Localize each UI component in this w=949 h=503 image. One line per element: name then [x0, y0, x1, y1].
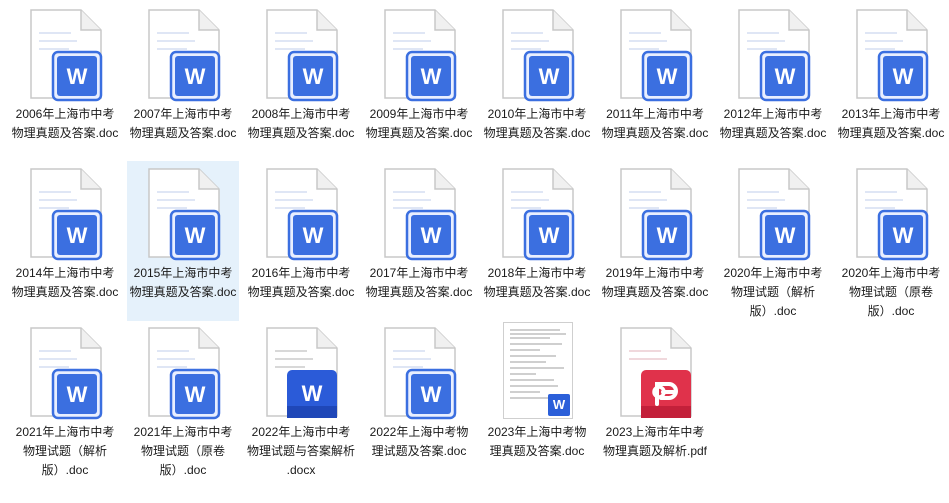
- file-item[interactable]: W 2007年上海市中考物理真题及答案.doc: [127, 2, 239, 162]
- word-doc-icon: W: [127, 320, 239, 420]
- file-name-label: 2018年上海市中考物理真题及答案.doc: [483, 266, 591, 299]
- file-name-label: 2016年上海市中考物理真题及答案.doc: [247, 266, 355, 299]
- word-doc-icon: W: [363, 2, 475, 102]
- file-item[interactable]: W 2012年上海市中考物理真题及答案.doc: [717, 2, 829, 162]
- file-item[interactable]: W 2021年上海市中考物理试题（原卷版）.doc: [127, 320, 239, 480]
- file-name-label: 2020年上海市中考物理试题（解析版）.doc: [723, 266, 823, 318]
- svg-text:W: W: [421, 382, 442, 407]
- file-item[interactable]: W 2022年上海市中考物理试题与答案解析 .docx: [245, 320, 357, 480]
- svg-text:W: W: [893, 64, 914, 89]
- file-name-label: 2006年上海市中考物理真题及答案.doc: [11, 107, 119, 140]
- svg-text:W: W: [303, 64, 324, 89]
- svg-text:W: W: [421, 64, 442, 89]
- word-doc-icon: W: [599, 161, 711, 261]
- word-doc-icon: W: [363, 161, 475, 261]
- file-name-label: 2011年上海市中考物理真题及答案.doc: [601, 107, 709, 140]
- file-item[interactable]: W 2021年上海市中考物理试题（解析版）.doc: [9, 320, 121, 480]
- file-name-label: 2010年上海市中考物理真题及答案.doc: [483, 107, 591, 140]
- word-doc-icon: W: [127, 161, 239, 261]
- svg-text:W: W: [657, 223, 678, 248]
- file-name-label: 2019年上海市中考物理真题及答案.doc: [601, 266, 709, 299]
- file-name-label: 2013年上海市中考物理真题及答案.doc: [837, 107, 945, 140]
- file-item[interactable]: W 2022年上海中考物理试题及答案.doc: [363, 320, 475, 480]
- word-doc-icon: W: [481, 2, 593, 102]
- word-doc-icon: W: [245, 2, 357, 102]
- file-item[interactable]: W 2019年上海市中考物理真题及答案.doc: [599, 161, 711, 321]
- svg-text:W: W: [421, 223, 442, 248]
- svg-text:W: W: [185, 223, 206, 248]
- file-item[interactable]: W 2011年上海市中考物理真题及答案.doc: [599, 2, 711, 162]
- file-item[interactable]: W 2020年上海市中考物理试题（解析版）.doc: [717, 161, 829, 321]
- file-grid: W 2006年上海市中考物理真题及答案.doc W 2007年上海市中考物理真题…: [0, 0, 949, 503]
- word-doc-icon: W: [717, 2, 829, 102]
- file-name-label: 2023年上海中考物理真题及答案.doc: [487, 425, 587, 458]
- file-name-label: 2012年上海市中考物理真题及答案.doc: [719, 107, 827, 140]
- file-item[interactable]: W 2015年上海市中考物理真题及答案.doc: [127, 161, 239, 321]
- svg-text:W: W: [67, 64, 88, 89]
- word-doc-icon: W: [835, 161, 947, 261]
- svg-text:W: W: [539, 64, 560, 89]
- file-name-label: 2021年上海市中考物理试题（解析版）.doc: [15, 425, 115, 477]
- file-item[interactable]: W 2023年上海中考物理真题及答案.doc: [481, 320, 593, 480]
- word-doc-icon: W: [717, 161, 829, 261]
- word-docx-icon: W: [245, 320, 357, 420]
- file-item[interactable]: W 2016年上海市中考物理真题及答案.doc: [245, 161, 357, 321]
- word-doc-icon: W: [127, 2, 239, 102]
- word-badge-icon: W: [548, 394, 570, 416]
- svg-text:W: W: [185, 64, 206, 89]
- svg-text:W: W: [657, 64, 678, 89]
- file-name-label: 2020年上海市中考物理试题（原卷版）.doc: [841, 266, 941, 318]
- svg-text:W: W: [775, 64, 796, 89]
- svg-text:W: W: [775, 223, 796, 248]
- svg-text:W: W: [539, 223, 560, 248]
- word-doc-icon: W: [9, 320, 121, 420]
- file-name-label: 2015年上海市中考物理真题及答案.doc: [129, 266, 237, 299]
- pdf-icon: [599, 320, 711, 420]
- file-name-label: 2007年上海市中考物理真题及答案.doc: [129, 107, 237, 140]
- word-doc-icon: W: [599, 2, 711, 102]
- svg-text:W: W: [67, 223, 88, 248]
- file-item[interactable]: W 2017年上海市中考物理真题及答案.doc: [363, 161, 475, 321]
- svg-text:W: W: [893, 223, 914, 248]
- file-name-label: 2008年上海市中考物理真题及答案.doc: [247, 107, 355, 140]
- svg-text:W: W: [185, 382, 206, 407]
- word-doc-icon: W: [481, 161, 593, 261]
- file-name-label: 2021年上海市中考物理试题（原卷版）.doc: [133, 425, 233, 477]
- word-doc-icon: W: [245, 161, 357, 261]
- file-item[interactable]: W 2008年上海市中考物理真题及答案.doc: [245, 2, 357, 162]
- file-item[interactable]: W 2009年上海市中考物理真题及答案.doc: [363, 2, 475, 162]
- file-name-label: 2009年上海市中考物理真题及答案.doc: [365, 107, 473, 140]
- file-item[interactable]: W 2013年上海市中考物理真题及答案.doc: [835, 2, 947, 162]
- word-doc-icon: W: [9, 161, 121, 261]
- svg-text:W: W: [67, 382, 88, 407]
- file-name-label: 2017年上海市中考物理真题及答案.doc: [365, 266, 473, 299]
- file-name-label: 2014年上海市中考物理真题及答案.doc: [11, 266, 119, 299]
- file-item[interactable]: W 2014年上海市中考物理真题及答案.doc: [9, 161, 121, 321]
- word-doc-icon: W: [835, 2, 947, 102]
- file-item[interactable]: W 2006年上海市中考物理真题及答案.doc: [9, 2, 121, 162]
- word-doc-icon: W: [9, 2, 121, 102]
- doc-preview-thumbnail: W: [481, 320, 593, 420]
- file-name-label: 2023上海市年中考物理真题及解析.pdf: [602, 425, 708, 458]
- doc-preview-thumbnail: W: [503, 322, 573, 419]
- svg-text:W: W: [302, 381, 323, 406]
- file-item[interactable]: 2023上海市年中考物理真题及解析.pdf: [599, 320, 711, 480]
- word-doc-icon: W: [363, 320, 475, 420]
- svg-text:W: W: [303, 223, 324, 248]
- file-item[interactable]: W 2020年上海市中考物理试题（原卷版）.doc: [835, 161, 947, 321]
- file-name-label: 2022年上海中考物理试题及答案.doc: [369, 425, 469, 458]
- file-item[interactable]: W 2010年上海市中考物理真题及答案.doc: [481, 2, 593, 162]
- file-name-label: 2022年上海市中考物理试题与答案解析 .docx: [247, 425, 356, 477]
- file-item[interactable]: W 2018年上海市中考物理真题及答案.doc: [481, 161, 593, 321]
